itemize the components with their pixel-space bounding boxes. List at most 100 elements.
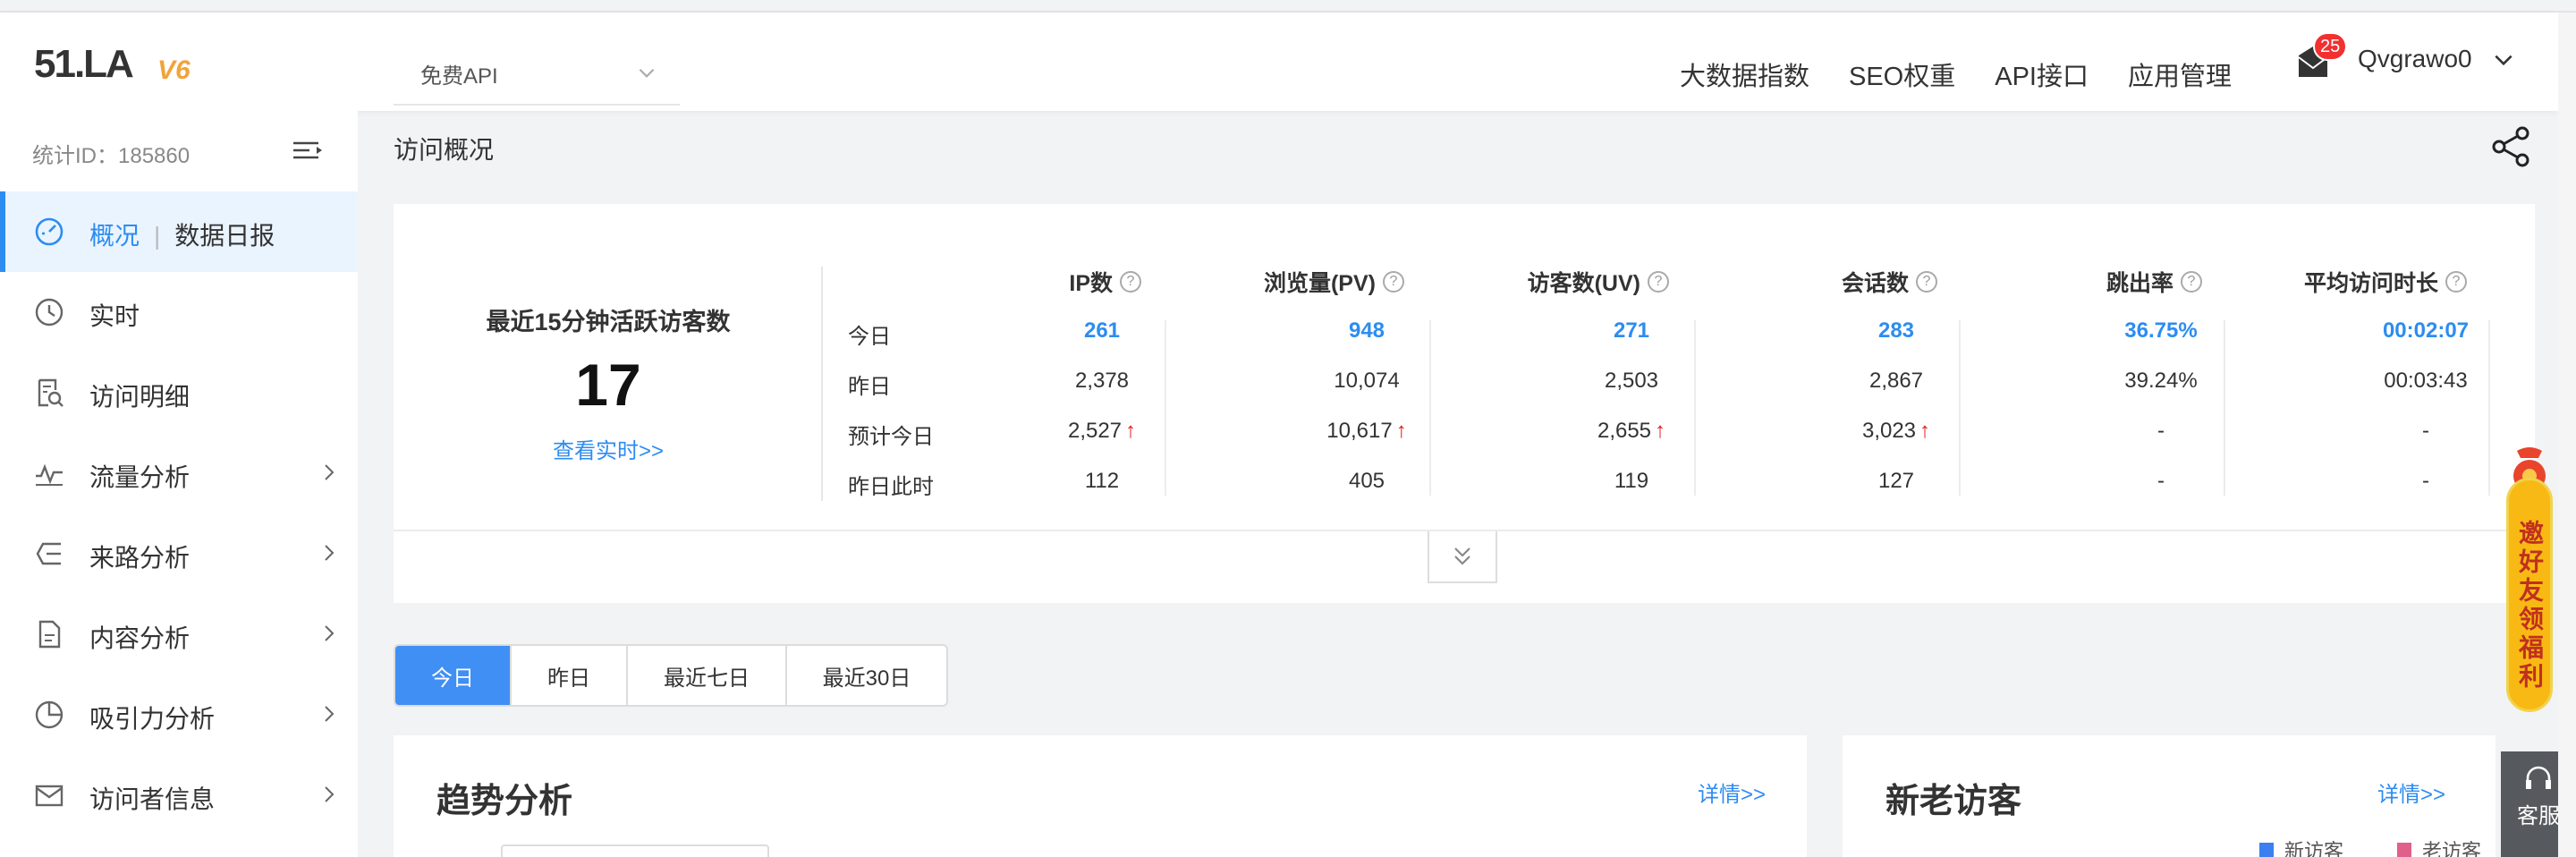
nav-apps[interactable]: 应用管理 [2128, 55, 2232, 93]
visitors-title: 新老访客 [1885, 783, 2022, 820]
headset-icon [2526, 766, 2551, 789]
row-label-forecast: 预计今日 [848, 425, 934, 449]
logo[interactable]: 51.LA V6 [34, 43, 213, 84]
sidebar-item-label: 访问者信息 [89, 785, 216, 813]
expand-button[interactable] [1428, 531, 1497, 583]
row-label-today: 今日 [848, 325, 891, 349]
metric-header-uv: 访客数(UV)? [1499, 267, 1669, 297]
chevron-right-icon [325, 786, 335, 802]
metric-header-sessions: 会话数? [1789, 267, 1937, 297]
new-old-visitors-card: 新老访客 详情>> 新访客 老访客 [1843, 735, 2496, 857]
sidebar-item-visitor-info[interactable]: 访问者信息 [0, 755, 358, 836]
trend-title: 趋势分析 [436, 783, 573, 820]
separator: | [154, 222, 161, 250]
tab-last-7-days[interactable]: 最近七日 [628, 646, 787, 705]
legend-swatch [2397, 843, 2411, 857]
help-icon[interactable]: ? [2181, 271, 2202, 293]
cell-yesterday-now-ip: 112 [1084, 469, 1120, 493]
sidebar-item-realtime[interactable]: 实时 [0, 272, 358, 352]
sidebar-item-label: 来路分析 [89, 544, 191, 572]
top-header: 51.LA V6 免费API 大数据指数 SEO权重 API接口 应用管理 [0, 13, 2558, 111]
api-select[interactable]: 免费API [394, 43, 680, 106]
trend-metric-select[interactable] [501, 844, 769, 857]
chevron-right-icon [325, 706, 335, 722]
trend-card: 趋势分析 详情>> [394, 735, 1807, 857]
customer-service-label: 客服 [2517, 804, 2560, 828]
row-label-yesterday-now: 昨日此时 [848, 475, 934, 499]
arrow-up-icon: ↑ [1655, 419, 1666, 443]
help-icon[interactable]: ? [1916, 271, 1937, 293]
help-icon[interactable]: ? [2445, 271, 2467, 293]
arrow-up-icon: ↑ [1919, 419, 1931, 443]
overview-card: 最近15分钟活跃访客数 17 查看实时>> IP数? 浏览量(PV)? 访客数(… [394, 204, 2535, 603]
trend-detail-link[interactable]: 详情>> [1698, 776, 1766, 808]
date-range-tabs: 今日 昨日 最近七日 最近30日 [394, 644, 948, 707]
cell-yesterday-now-pv: 405 [1348, 469, 1385, 493]
help-icon[interactable]: ? [1648, 271, 1669, 293]
invite-banner[interactable]: 邀好友领福利 [2501, 444, 2556, 719]
cell-yesterday-now-sessions: 127 [1877, 469, 1915, 493]
invite-box: 邀好友领福利 [2506, 478, 2553, 712]
row-label-yesterday: 昨日 [848, 375, 891, 399]
page-title: 访问概况 [394, 136, 495, 164]
metric-header-pv: 浏览量(PV)? [1234, 267, 1404, 297]
legend-new[interactable]: 新访客 [2259, 836, 2343, 857]
tab-today[interactable]: 今日 [395, 646, 512, 705]
tab-last-30-days[interactable]: 最近30日 [787, 646, 946, 705]
help-icon[interactable]: ? [1120, 271, 1141, 293]
cell-forecast-duration: - [2422, 419, 2429, 443]
sidebar-item-label: 访问明细 [89, 383, 191, 411]
nav-api[interactable]: API接口 [1995, 55, 2089, 93]
cell-today-uv: 271 [1613, 318, 1650, 343]
pie-icon [35, 700, 64, 729]
chevron-right-icon [325, 625, 335, 641]
arrow-up-icon: ↑ [1395, 419, 1407, 443]
chevron-down-icon[interactable] [2492, 48, 2515, 72]
cell-today-duration: 00:02:07 [2382, 318, 2470, 343]
cell-yesterday-ip: 2,378 [1074, 369, 1130, 393]
sidebar-item-attraction[interactable]: 吸引力分析 [0, 675, 358, 755]
cell-forecast-sessions: 3,023 ↑ [1861, 419, 1931, 443]
divider [821, 267, 823, 501]
cell-forecast-uv: 2,655 ↑ [1597, 419, 1666, 443]
page-scrollbar[interactable] [2558, 13, 2576, 857]
menu-fold-icon[interactable] [292, 138, 324, 165]
cell-today-bounce: 36.75% [2124, 318, 2198, 343]
sidebar-item-daily-report[interactable]: 数据日报 [174, 222, 275, 250]
top-nav: 大数据指数 SEO权重 API接口 应用管理 [1640, 43, 2232, 106]
sidebar-item-overview[interactable]: 概况 | 数据日报 [0, 191, 358, 272]
sidebar-item-label[interactable]: 概况 [89, 222, 140, 250]
sidebar-item-label: 吸引力分析 [89, 705, 216, 733]
view-realtime-link[interactable]: 查看实时>> [394, 433, 823, 464]
top-strip [0, 0, 2576, 13]
active-visitors-count: 17 [575, 352, 641, 418]
cell-today-ip: 261 [1083, 318, 1121, 343]
sidebar-item-traffic[interactable]: 流量分析 [0, 433, 358, 513]
tab-yesterday[interactable]: 昨日 [512, 646, 628, 705]
mail-icon [35, 785, 64, 807]
sidebar-item-label: 流量分析 [89, 463, 191, 491]
sidebar-item-source[interactable]: 来路分析 [0, 513, 358, 594]
legend-old[interactable]: 老访客 [2397, 836, 2481, 857]
help-icon[interactable]: ? [1383, 271, 1404, 293]
active-visitors-title: 最近15分钟活跃访客数 [486, 309, 731, 335]
cell-forecast-ip: 2,527 ↑ [1067, 419, 1137, 443]
pulse-icon [36, 463, 63, 486]
nav-big-data[interactable]: 大数据指数 [1680, 55, 1809, 93]
message-badge: 25 [2313, 32, 2348, 61]
sidebar-item-label: 实时 [89, 302, 140, 330]
nav-seo[interactable]: SEO权重 [1849, 55, 1955, 93]
chevron-right-icon [325, 545, 335, 561]
source-icon [36, 542, 61, 565]
sidebar-item-content[interactable]: 内容分析 [0, 594, 358, 675]
logo-text: 51.LA [34, 43, 133, 84]
cell-forecast-bounce: - [2157, 419, 2165, 443]
username[interactable]: Qvgrawo0 [2358, 45, 2472, 73]
sidebar-item-visit-detail[interactable]: 访问明细 [0, 352, 358, 433]
cell-forecast-pv: 10,617 ↑ [1326, 419, 1407, 443]
share-icon[interactable] [2488, 123, 2535, 170]
document-search-icon [38, 378, 64, 407]
visitors-detail-link[interactable]: 详情>> [2377, 776, 2445, 808]
cell-yesterday-pv: 10,074 [1334, 369, 1400, 393]
dashboard-icon [35, 217, 64, 246]
